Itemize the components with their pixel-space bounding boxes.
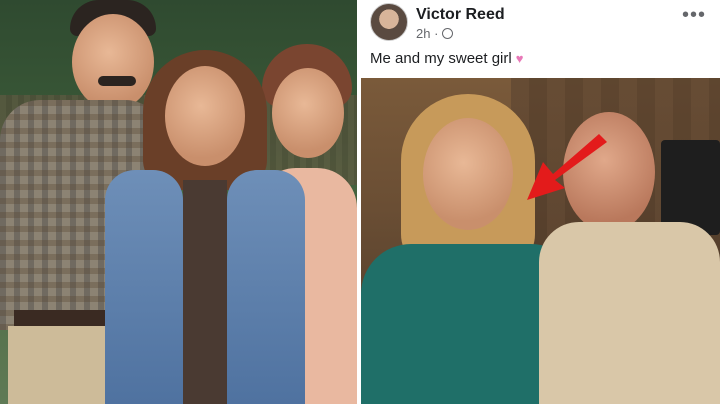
family-photo [0,0,357,404]
social-post-card: Victor Reed 2h · ••• Me and my sweet gir… [361,0,720,404]
heart-emoji: ♥ [515,51,524,66]
post-caption: Me and my sweet girl ♥ [370,50,523,67]
globe-icon [442,28,454,39]
red-arrow-icon [527,134,607,200]
caption-text: Me and my sweet girl [370,50,512,67]
post-meta: 2h · [416,26,454,41]
post-photo[interactable] [361,78,720,404]
thumbnail-frame: Victor Reed 2h · ••• Me and my sweet gir… [0,0,720,404]
post-time[interactable]: 2h · [416,26,438,41]
author-avatar[interactable] [370,3,408,41]
more-options-icon[interactable]: ••• [682,4,706,27]
daughter-figure [105,50,305,404]
author-name[interactable]: Victor Reed [416,6,505,24]
post-header: Victor Reed 2h · ••• Me and my sweet gir… [361,0,720,78]
